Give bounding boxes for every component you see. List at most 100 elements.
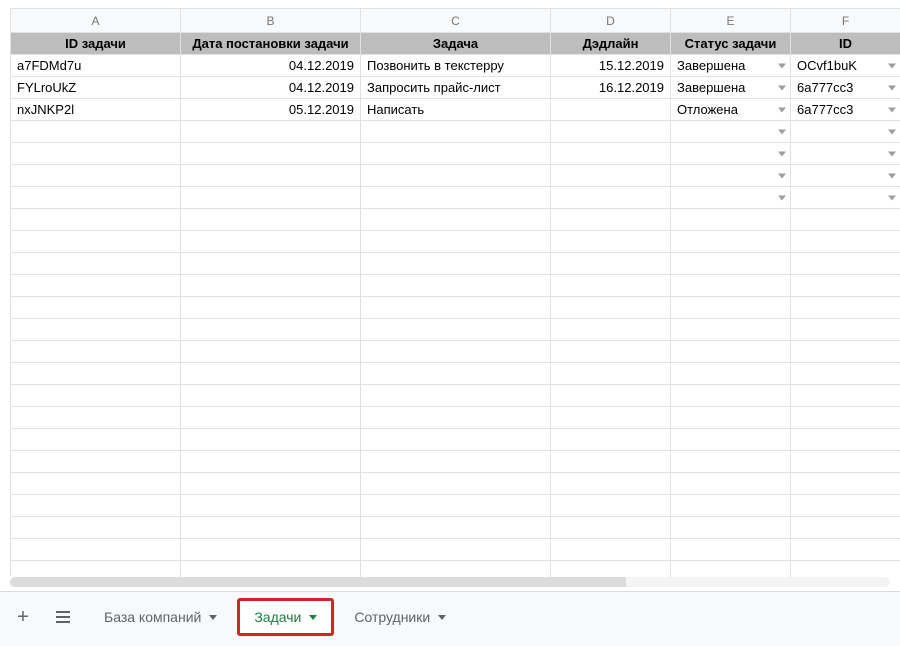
cell[interactable] [791,187,900,209]
cell[interactable] [551,539,671,561]
cell[interactable] [361,275,551,297]
table-row[interactable] [11,539,900,561]
col-C[interactable]: C [361,9,551,33]
cell[interactable] [671,495,791,517]
cell[interactable] [671,121,791,143]
header-cell[interactable]: Дэдлайн [551,33,671,55]
chevron-down-icon[interactable] [438,615,446,620]
table-row[interactable] [11,473,900,495]
cell[interactable] [551,187,671,209]
cell[interactable] [671,407,791,429]
cell[interactable]: Завершена [671,77,791,99]
cell[interactable] [11,517,181,539]
cell[interactable] [181,297,361,319]
cell[interactable] [551,99,671,121]
cell[interactable] [671,297,791,319]
cell[interactable] [361,231,551,253]
cell[interactable]: Позвонить в текстерру [361,55,551,77]
cell[interactable] [361,561,551,578]
cell[interactable] [791,539,900,561]
cell[interactable] [361,385,551,407]
cell[interactable] [361,165,551,187]
dropdown-caret-icon[interactable] [888,63,896,68]
cell[interactable]: 05.12.2019 [181,99,361,121]
cell[interactable] [181,275,361,297]
cell[interactable] [671,429,791,451]
cell[interactable] [11,385,181,407]
cell[interactable] [11,561,181,578]
cell[interactable] [361,143,551,165]
dropdown-caret-icon[interactable] [888,195,896,200]
cell[interactable] [11,187,181,209]
cell[interactable] [361,319,551,341]
cell[interactable] [551,165,671,187]
cell[interactable] [181,385,361,407]
cell[interactable] [11,341,181,363]
cell[interactable] [791,165,900,187]
cell[interactable] [361,539,551,561]
cell[interactable] [11,253,181,275]
table-row[interactable] [11,341,900,363]
cell[interactable] [671,275,791,297]
cell[interactable] [181,363,361,385]
cell[interactable] [671,319,791,341]
cell[interactable]: Запросить прайс-лист [361,77,551,99]
sheet-tab[interactable]: База компаний [90,598,231,636]
col-D[interactable]: D [551,9,671,33]
cell[interactable] [361,473,551,495]
cell[interactable] [11,231,181,253]
chevron-down-icon[interactable] [309,615,317,620]
dropdown-caret-icon[interactable] [888,173,896,178]
cell[interactable] [181,209,361,231]
dropdown-caret-icon[interactable] [778,107,786,112]
col-F[interactable]: F [791,9,900,33]
cell[interactable] [551,561,671,578]
cell[interactable] [181,539,361,561]
cell[interactable] [11,121,181,143]
sheet-tab[interactable]: Сотрудники [340,598,460,636]
cell[interactable] [551,275,671,297]
table-row[interactable] [11,275,900,297]
cell[interactable] [551,451,671,473]
col-B[interactable]: B [181,9,361,33]
cell[interactable]: a7FDMd7u [11,55,181,77]
col-A[interactable]: A [11,9,181,33]
table-row[interactable] [11,495,900,517]
cell[interactable] [361,187,551,209]
cell[interactable] [361,429,551,451]
cell[interactable] [361,451,551,473]
table-row[interactable] [11,187,900,209]
cell[interactable] [361,495,551,517]
table-row[interactable] [11,253,900,275]
cell[interactable]: Отложена [671,99,791,121]
table-row[interactable] [11,451,900,473]
cell[interactable] [551,473,671,495]
cell[interactable] [671,473,791,495]
dropdown-caret-icon[interactable] [888,107,896,112]
cell[interactable] [791,495,900,517]
cell[interactable] [181,495,361,517]
cell[interactable] [791,407,900,429]
cell[interactable]: 16.12.2019 [551,77,671,99]
table-row[interactable]: a7FDMd7u04.12.2019Позвонить в текстерру1… [11,55,900,77]
cell[interactable] [671,143,791,165]
cell[interactable] [551,143,671,165]
cell[interactable] [181,187,361,209]
cell[interactable]: 04.12.2019 [181,55,361,77]
cell[interactable] [181,231,361,253]
cell[interactable] [361,363,551,385]
table-row[interactable] [11,561,900,578]
cell[interactable] [181,341,361,363]
cell[interactable] [181,253,361,275]
cell[interactable] [791,429,900,451]
cell[interactable] [671,385,791,407]
cell[interactable] [791,363,900,385]
cell[interactable] [11,143,181,165]
cell[interactable] [791,275,900,297]
table-row[interactable]: nxJNKP2l05.12.2019НаписатьОтложена6a777c… [11,99,900,121]
table-row[interactable] [11,297,900,319]
cell[interactable] [791,451,900,473]
cell[interactable] [791,319,900,341]
cell[interactable] [11,407,181,429]
cell[interactable] [11,209,181,231]
